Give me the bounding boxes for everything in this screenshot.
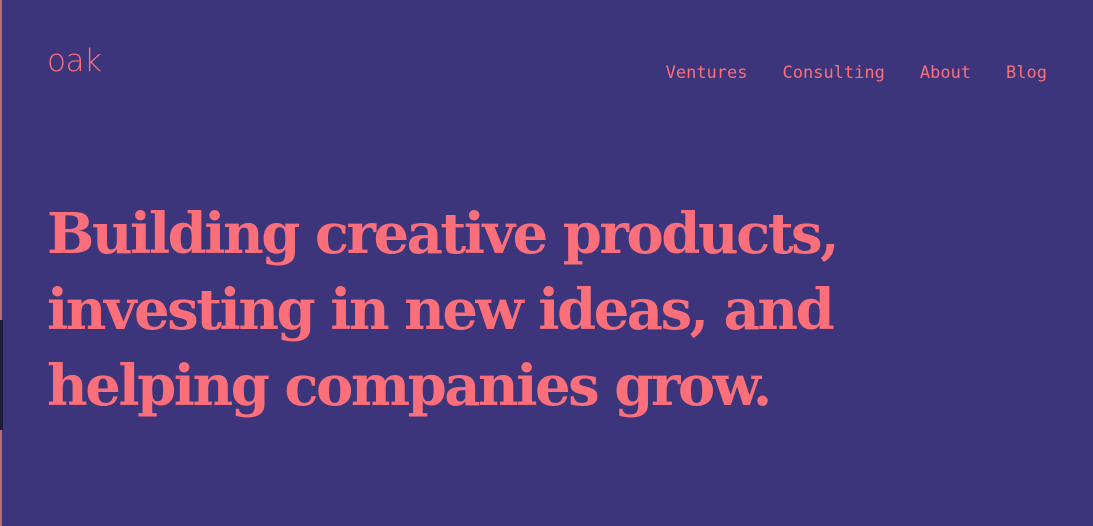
main-navigation: Ventures Consulting About Blog <box>666 63 1047 83</box>
hero-headline-line: helping companies grow. <box>47 353 772 419</box>
hero-headline-line: Building creative products, <box>47 201 840 267</box>
site-header: oak Ventures Consulting About Blog <box>0 0 1093 110</box>
hero-headline-line: investing in new ideas, and <box>47 277 835 343</box>
window-edge-shadow <box>0 320 3 430</box>
nav-link-ventures[interactable]: Ventures <box>666 63 748 83</box>
nav-link-about[interactable]: About <box>920 63 971 83</box>
nav-link-consulting[interactable]: Consulting <box>783 63 885 83</box>
site-logo[interactable]: oak <box>47 46 102 77</box>
nav-link-blog[interactable]: Blog <box>1006 63 1047 83</box>
hero-headline: Building creative products, investing in… <box>47 196 1047 424</box>
